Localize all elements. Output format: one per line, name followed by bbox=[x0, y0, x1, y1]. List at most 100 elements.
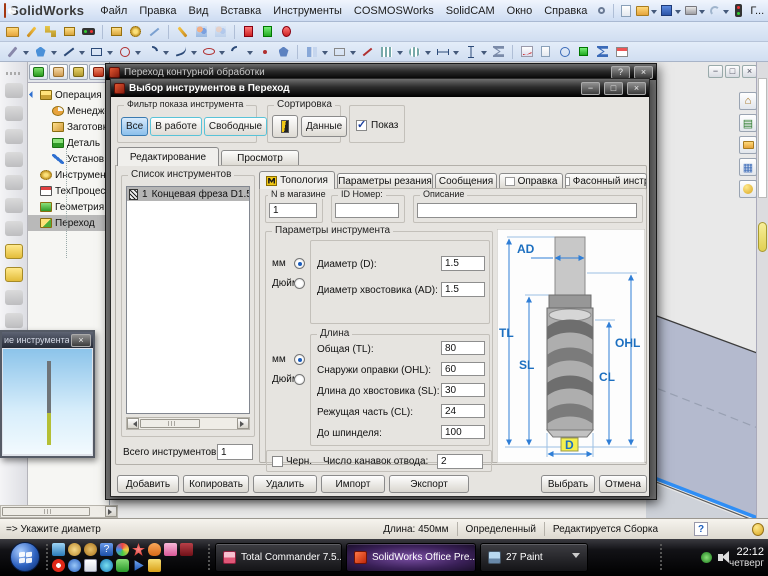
ellipse-icon[interactable] bbox=[200, 44, 217, 60]
export-button[interactable]: Экспорт bbox=[389, 475, 469, 493]
select-icon[interactable] bbox=[4, 44, 21, 60]
ghost-tool-icon-4[interactable] bbox=[5, 152, 23, 167]
relations-icon[interactable] bbox=[490, 44, 507, 60]
tab-holder[interactable]: Оправка bbox=[499, 173, 563, 189]
toolbar-grip[interactable] bbox=[6, 72, 22, 75]
ghost-tool-icon-3[interactable] bbox=[5, 129, 23, 144]
description-field[interactable] bbox=[417, 203, 637, 218]
mm-radio-2[interactable] bbox=[294, 354, 305, 365]
rectangle-icon[interactable] bbox=[88, 44, 105, 60]
quicklaunch-media-icon[interactable] bbox=[132, 559, 145, 572]
ghost-tool-icon-2[interactable] bbox=[5, 106, 23, 121]
spindle-field[interactable] bbox=[441, 425, 485, 439]
quick-tips-icon[interactable]: ? bbox=[694, 522, 708, 536]
key-icon[interactable] bbox=[174, 24, 191, 40]
scroll-right-button[interactable] bbox=[237, 418, 249, 429]
arc-icon[interactable] bbox=[144, 44, 161, 60]
menu-file[interactable]: Файл bbox=[94, 5, 133, 17]
polygon-icon[interactable] bbox=[275, 44, 292, 60]
import-button[interactable]: Импорт bbox=[321, 475, 385, 493]
dimension-icon[interactable] bbox=[462, 44, 479, 60]
manager-tab-configurations[interactable] bbox=[69, 64, 88, 80]
menu-view[interactable]: Вид bbox=[183, 5, 215, 17]
green-flag-icon[interactable] bbox=[259, 24, 276, 40]
menu-insert[interactable]: Вставка bbox=[214, 5, 267, 17]
sketch-pencil-icon[interactable] bbox=[23, 24, 40, 40]
dialog-minimize-button[interactable]: − bbox=[581, 82, 600, 95]
rebuild-icon[interactable] bbox=[80, 24, 97, 40]
total-tools-field[interactable] bbox=[217, 444, 253, 460]
offset-icon[interactable] bbox=[331, 44, 348, 60]
note-icon[interactable] bbox=[537, 44, 554, 60]
tab-topology[interactable]: Топология bbox=[259, 171, 335, 189]
quicklaunch-opera-icon[interactable] bbox=[52, 559, 65, 572]
sigma-icon[interactable] bbox=[594, 44, 611, 60]
parabola-icon[interactable] bbox=[228, 44, 245, 60]
quicklaunch-photoshop-icon[interactable] bbox=[180, 543, 193, 556]
shoulder-length-field[interactable] bbox=[441, 383, 485, 397]
quicklaunch-help-icon[interactable]: ? bbox=[100, 543, 113, 556]
manager-tab-property[interactable] bbox=[49, 64, 68, 80]
mm-radio[interactable] bbox=[294, 258, 305, 269]
scrollbar-thumb[interactable] bbox=[2, 507, 90, 516]
scroll-right-button[interactable] bbox=[105, 506, 117, 517]
quicklaunch-phone-icon[interactable] bbox=[116, 559, 129, 572]
quicklaunch-globe-icon[interactable] bbox=[100, 559, 113, 572]
tree-item-setup[interactable]: Установ bbox=[28, 151, 109, 167]
magazine-field[interactable] bbox=[269, 203, 317, 218]
tab-view[interactable]: Просмотр bbox=[221, 150, 299, 166]
point-icon[interactable] bbox=[256, 44, 273, 60]
tool-list-hscrollbar[interactable] bbox=[126, 417, 250, 430]
toolbar-overflow[interactable]: Г... bbox=[747, 5, 767, 17]
ghost-tool-icon-7[interactable] bbox=[5, 221, 23, 236]
show-desktop-icon[interactable] bbox=[52, 543, 65, 556]
ghost-tool-icon-6[interactable] bbox=[5, 198, 23, 213]
new-document-icon[interactable] bbox=[617, 3, 634, 19]
circle-icon[interactable] bbox=[116, 44, 133, 60]
tree-item-process[interactable]: ТехПроцесс bbox=[28, 183, 109, 199]
linear-pattern-icon[interactable] bbox=[378, 44, 395, 60]
filter-all-button[interactable]: Все bbox=[121, 117, 148, 136]
quicklaunch-star-icon[interactable] bbox=[132, 543, 145, 556]
show-checkbox[interactable] bbox=[356, 120, 367, 131]
inch-radio[interactable] bbox=[294, 278, 305, 289]
circular-pattern-icon[interactable] bbox=[406, 44, 423, 60]
quicklaunch-orb-icon[interactable] bbox=[116, 543, 129, 556]
inch-radio-2[interactable] bbox=[294, 374, 305, 385]
home-icon[interactable]: ⌂ bbox=[739, 92, 757, 110]
scrollbar-track[interactable] bbox=[758, 78, 767, 198]
preview-close-button[interactable]: × bbox=[71, 334, 91, 347]
traffic-light-icon[interactable] bbox=[730, 3, 747, 19]
filter-free-button[interactable]: Свободные bbox=[204, 117, 267, 136]
design-library-icon[interactable]: ▤ bbox=[739, 114, 757, 132]
red-flag-icon[interactable] bbox=[240, 24, 257, 40]
outside-holder-field[interactable] bbox=[441, 362, 485, 376]
ghost-tool-icon-1[interactable] bbox=[5, 83, 23, 98]
quicklaunch-misc-icon[interactable] bbox=[148, 559, 161, 572]
tool-box-icon-2[interactable] bbox=[5, 267, 23, 282]
task-group-dropdown[interactable] bbox=[572, 553, 580, 562]
expand-arrow-icon[interactable] bbox=[29, 91, 36, 98]
print-icon[interactable] bbox=[682, 3, 699, 19]
balloon-icon[interactable] bbox=[556, 44, 573, 60]
cancel-button[interactable]: Отмена bbox=[599, 475, 647, 493]
drawings-icon[interactable]: ▦ bbox=[739, 158, 757, 176]
manager-tab-features[interactable] bbox=[29, 64, 48, 80]
trim-icon[interactable] bbox=[359, 44, 376, 60]
tree-item-manager[interactable]: Менеджер bbox=[28, 103, 109, 119]
tray-shield-icon[interactable] bbox=[701, 552, 712, 563]
quicklaunch-notepad-icon[interactable] bbox=[84, 559, 97, 572]
tab-form-tool[interactable]: Фасонный инстр. bbox=[565, 173, 647, 189]
cutting-length-field[interactable] bbox=[441, 404, 485, 418]
table-icon[interactable] bbox=[613, 44, 630, 60]
shank-diameter-field[interactable] bbox=[441, 282, 485, 297]
medal-icon[interactable] bbox=[278, 24, 295, 40]
manager-hscrollbar[interactable] bbox=[0, 505, 118, 518]
checkmark-icon[interactable] bbox=[575, 44, 592, 60]
tab-edit[interactable]: Редактирование bbox=[117, 147, 219, 166]
ghost-tool-icon-8[interactable] bbox=[5, 290, 23, 305]
preview-titlebar[interactable]: ие инструмента × bbox=[2, 332, 93, 348]
file-explorer-icon[interactable] bbox=[739, 136, 757, 154]
ghost-people-icon[interactable] bbox=[212, 24, 229, 40]
add-button[interactable]: Добавить bbox=[117, 475, 179, 493]
